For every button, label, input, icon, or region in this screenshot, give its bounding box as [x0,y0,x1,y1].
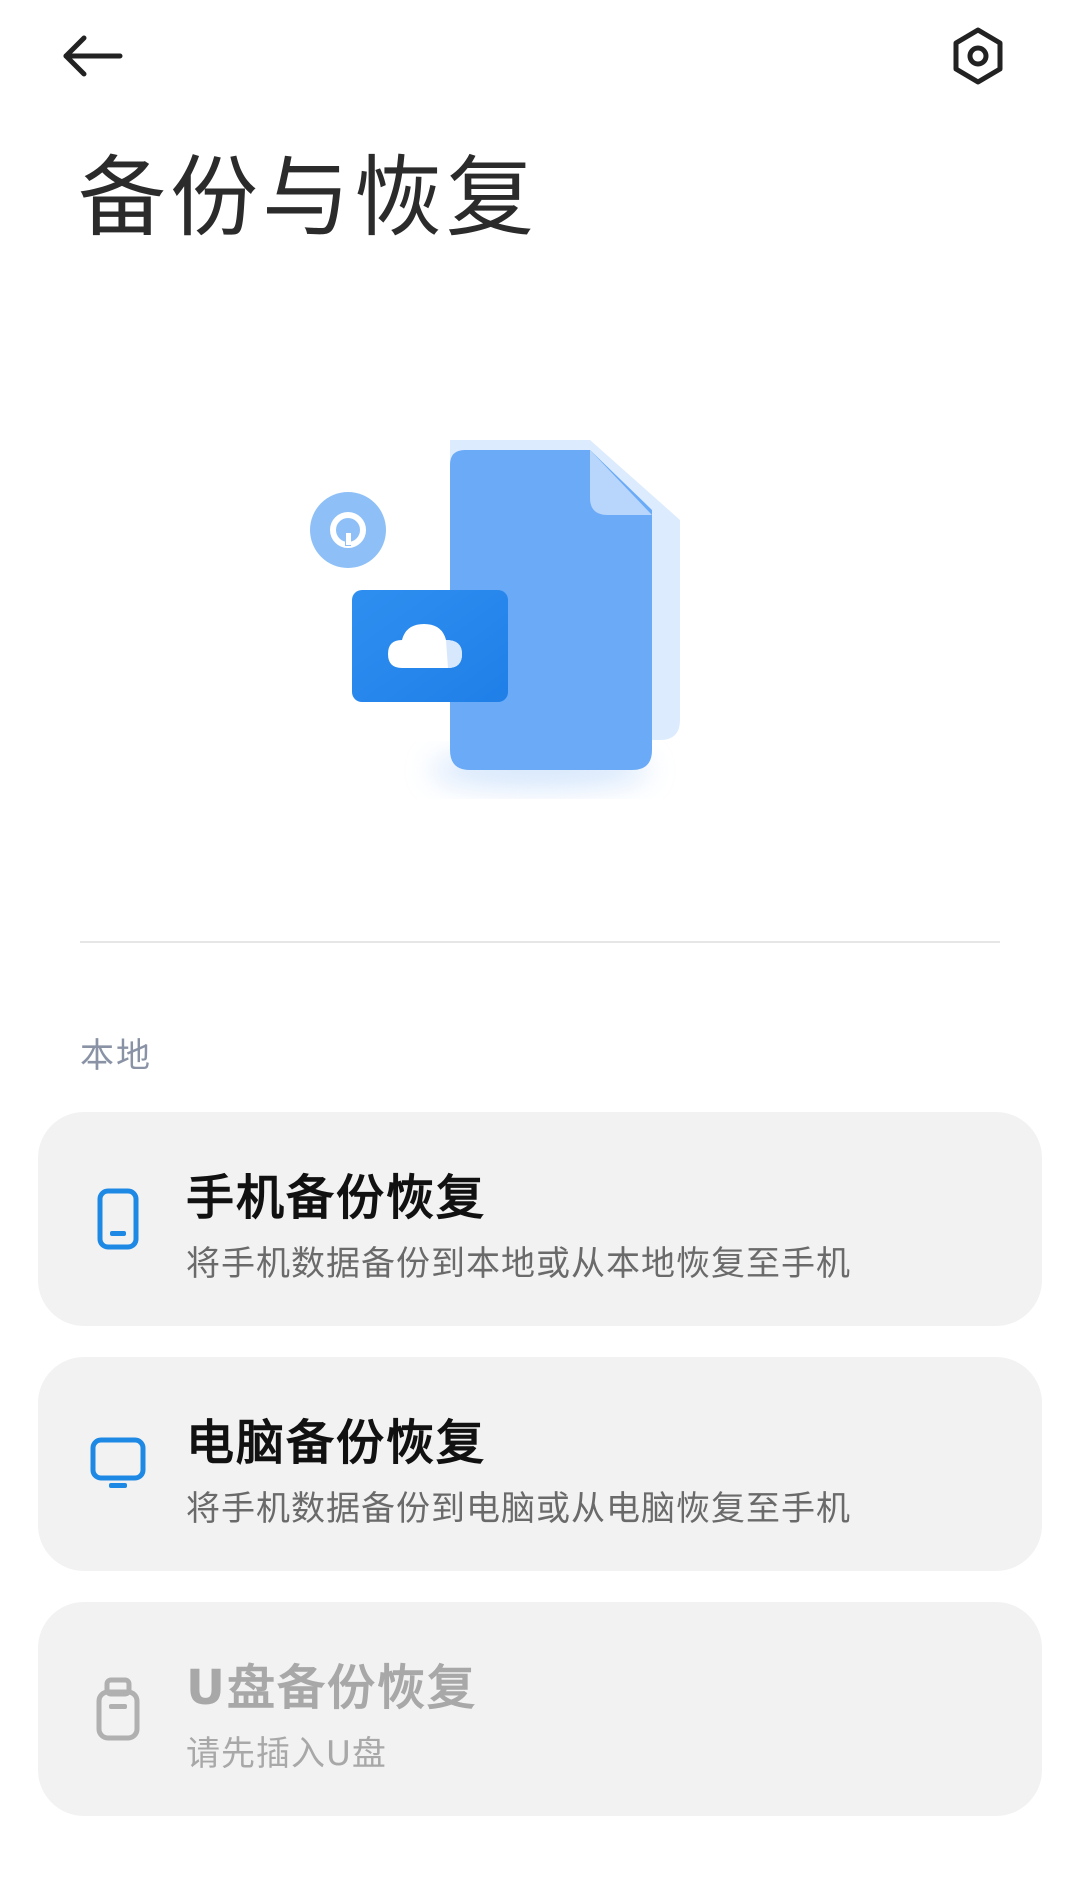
card-title: 手机备份恢复 [186,1170,487,1226]
monitor-icon [90,1437,146,1488]
card-subtitle: 将手机数据备份到本地或从本地恢复至手机 [186,1244,851,1284]
card-subtitle: 将手机数据备份到电脑或从电脑恢复至手机 [186,1489,851,1529]
document-cloud-backup-icon [310,440,680,788]
settings-button[interactable] [940,18,1016,94]
hero-illustration [290,420,710,820]
usb-drive-icon [96,1677,140,1741]
phone-backup-card[interactable]: 手机备份恢复 将手机数据备份到本地或从本地恢复至手机 [38,1112,1042,1326]
divider [80,941,1000,943]
card-subtitle: 请先插入U盘 [186,1734,387,1774]
page-title: 备份与恢复 [78,146,539,249]
section-label-local: 本地 [80,1036,152,1076]
card-icon-wrapper [88,1429,148,1499]
card-icon-wrapper [88,1674,148,1744]
top-bar [0,0,1080,110]
usb-backup-card[interactable]: U盘备份恢复 请先插入U盘 [38,1602,1042,1816]
card-title: U盘备份恢复 [186,1660,477,1716]
settings-hexagon-icon [953,27,1003,85]
card-title: 电脑备份恢复 [186,1415,487,1471]
back-button[interactable] [62,18,152,94]
card-icon-wrapper [88,1184,148,1254]
phone-icon [97,1188,139,1250]
back-arrow-icon [63,35,123,77]
pc-backup-card[interactable]: 电脑备份恢复 将手机数据备份到电脑或从电脑恢复至手机 [38,1357,1042,1571]
